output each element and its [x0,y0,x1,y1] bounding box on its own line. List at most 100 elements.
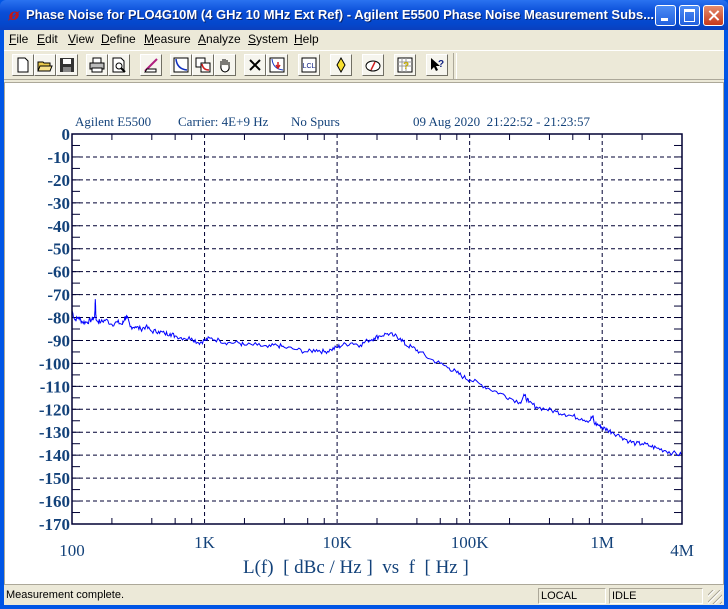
y-tick-label: -50 [47,240,70,259]
label-layer: 0 -10 -20 -30 -40 -50 -60 -70 -80 -90 -100 -110 -120… [39,125,694,560]
rescale-graph-icon [269,57,285,73]
x-tick-label: 10K [322,533,352,552]
y-tick-label: -130 [39,423,70,442]
app-window: ø Phase Noise for PLO4G10M (4 GHz 10 MHz… [0,0,728,609]
status-pane-local: LOCAL [538,588,606,604]
menu-system[interactable]: System [248,32,288,46]
grid-help-icon: ? [397,57,413,73]
print-icon [89,57,105,73]
minimize-button[interactable] [655,5,676,26]
status-pane-idle: IDLE [609,588,703,604]
grid-layer [72,134,682,524]
toolbar: LCL ? ? [4,50,724,80]
marker-button[interactable] [330,54,352,76]
grid-help-button[interactable]: ? [394,54,416,76]
graph-button[interactable] [170,54,192,76]
y-tick-label: -170 [39,515,70,534]
y-tick-label: -30 [47,194,70,213]
annotate-button[interactable] [140,54,162,76]
meter-button[interactable] [362,54,384,76]
close-button[interactable] [703,5,724,26]
menu-help-rest: elp [302,32,319,46]
y-tick-label: 0 [62,125,71,144]
plot-pane: Agilent E5500 Carrier: 4E+9 Hz No Spurs … [4,82,724,585]
x-tick-label: 100 [59,541,85,560]
menu-edit-rest: dit [45,32,58,46]
edit-pen-icon [144,58,158,73]
y-tick-label: -90 [47,331,70,350]
header-timestamp: 09 Aug 2020 21:22:52 - 21:23:57 [413,114,590,129]
window-title: Phase Noise for PLO4G10M (4 GHz 10 MHz E… [26,7,655,22]
menu-define-rest: efine [109,32,136,46]
meter-icon [365,60,381,72]
x-tick-label: 4M [670,541,694,560]
open-folder-icon [37,61,53,72]
menu-measure-rest: easure [154,32,191,46]
menu-analyze-rest: nalyze [206,32,241,46]
svg-text:?: ? [438,59,444,70]
save-button[interactable] [56,54,78,76]
hand-pan-icon [220,59,230,73]
y-tick-label: -10 [47,148,70,167]
menu-file-rest: ile [16,32,29,46]
plot-frame [71,133,683,525]
header-instrument: Agilent E5500 [75,114,151,129]
maximize-button[interactable] [679,5,700,26]
multi-graph-icon [195,57,211,73]
menu-measure[interactable]: Measure [144,32,191,46]
tick-layer [72,133,682,525]
new-button[interactable] [12,54,34,76]
menu-bar: File Edit View Define Measure Analyze Sy… [4,30,724,49]
status-bar: Measurement complete. LOCAL IDLE [4,587,724,605]
print-preview-button[interactable] [108,54,130,76]
toolbar-separator [453,53,457,79]
lcl-marker-icon: LCL [301,57,317,73]
resize-grip[interactable] [708,590,722,604]
y-tick-label: -120 [39,400,70,419]
new-file-icon [17,57,29,73]
x-axis-label: L(f) [ dBc / Hz ] vs f [ Hz ] [243,557,469,578]
x-tick-label: 100K [451,533,490,552]
multi-graph-button[interactable] [192,54,214,76]
lcl-button[interactable]: LCL [298,54,320,76]
y-tick-label: -70 [47,286,70,305]
rescale-button[interactable] [266,54,288,76]
header-spurs: No Spurs [291,114,340,129]
y-tick-label: -100 [39,354,70,373]
header-carrier: Carrier: 4E+9 Hz [178,114,269,129]
status-message: Measurement complete. [6,589,124,601]
menu-analyze[interactable]: Analyze [198,32,241,46]
client-area: File Edit View Define Measure Analyze Sy… [4,30,724,605]
graph-icon [173,57,189,73]
delete-button[interactable] [244,54,266,76]
title-bar[interactable]: ø Phase Noise for PLO4G10M (4 GHz 10 MHz… [0,0,728,30]
close-x-icon [249,59,261,71]
x-tick-label: 1K [194,533,216,552]
svg-text:LCL: LCL [303,63,316,70]
context-help-icon: ? [431,58,444,71]
y-tick-label: -80 [47,309,70,328]
menu-view[interactable]: View [68,32,94,46]
x-tick-label: 1M [590,533,614,552]
y-tick-label: -40 [47,217,70,236]
svg-text:?: ? [403,61,409,72]
open-button[interactable] [34,54,56,76]
menu-system-rest: ystem [256,32,289,46]
menu-edit[interactable]: Edit [37,32,58,46]
phase-noise-chart: Agilent E5500 Carrier: 4E+9 Hz No Spurs … [39,114,694,578]
menu-view-rest: iew [75,32,94,46]
print-preview-icon [112,57,126,73]
menu-help[interactable]: Help [294,32,319,46]
y-tick-label: -60 [47,263,70,282]
diamond-marker-icon [336,57,346,73]
pan-button[interactable] [214,54,236,76]
print-button[interactable] [86,54,108,76]
phi-icon: ø [8,5,20,24]
y-tick-label: -20 [47,171,70,190]
menu-file[interactable]: File [9,32,28,46]
menu-define[interactable]: Define [101,32,136,46]
context-help-button[interactable]: ? [426,54,448,76]
y-tick-label: -150 [39,469,70,488]
y-tick-label: -110 [40,377,70,396]
save-icon [60,58,74,72]
